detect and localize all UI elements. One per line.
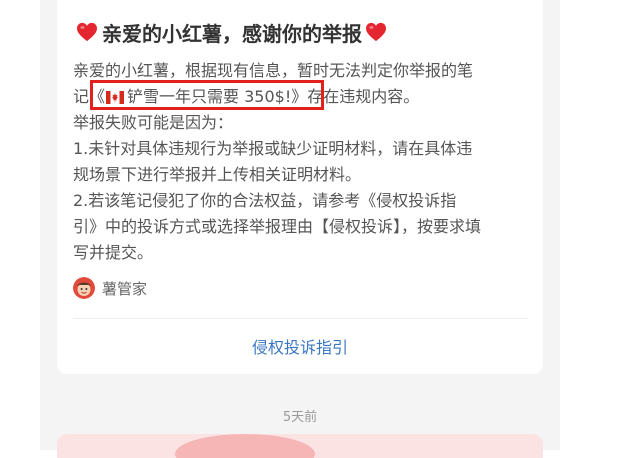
next-card-graphic [175, 434, 315, 458]
divider [73, 318, 528, 319]
body-line: 1.未针对具体违规行为举报或缺少证明材料，请在具体违 [73, 139, 473, 158]
sender-name: 薯管家 [102, 279, 148, 298]
body-line: 写并提交。 [73, 243, 154, 262]
body-line: 举报失败可能是因为： [73, 113, 234, 132]
body-line: 2.若该笔记侵犯了你的合法权益，请参考《侵权投诉指 [73, 191, 457, 210]
body-text-fragment: 记 [73, 87, 90, 106]
next-notification-card[interactable] [57, 434, 543, 458]
body-text-fragment: 存在违规内容。 [307, 87, 420, 106]
red-highlight-box [90, 80, 324, 110]
title-text: 亲爱的小红薯，感谢你的举报 [102, 21, 362, 46]
sender-info[interactable]: 薯管家 [73, 276, 147, 300]
red-heart-icon [77, 22, 97, 42]
body-line: 规场景下进行举报并上传相关证明材料。 [73, 165, 362, 184]
message-title: 亲爱的小红薯，感谢你的举报 [76, 17, 387, 47]
red-heart-icon [366, 22, 386, 42]
body-line: 引》中的投诉方式或选择举报理由【侵权投诉】，按要求填 [73, 217, 482, 236]
sender-avatar [73, 277, 95, 299]
message-timestamp: 5天前 [282, 410, 318, 425]
infringement-guide-link[interactable]: 侵权投诉指引 [57, 334, 543, 358]
